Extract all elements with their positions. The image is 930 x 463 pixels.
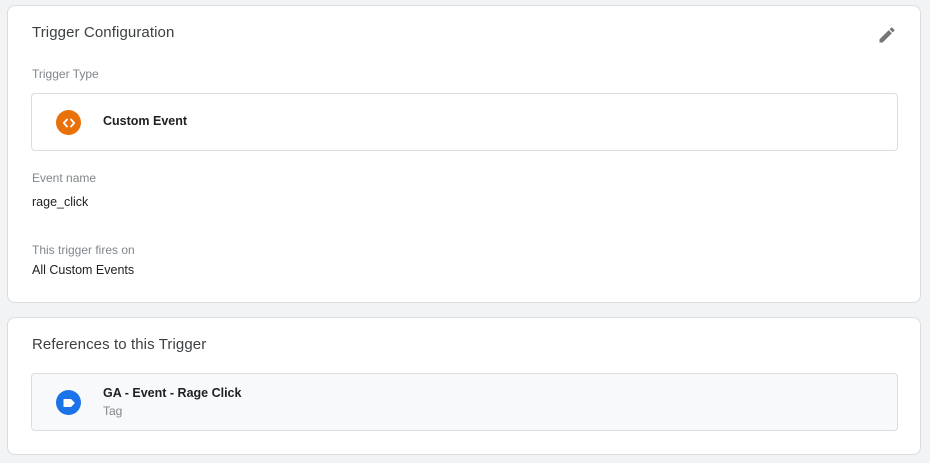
reference-item-type: Tag — [103, 404, 123, 418]
fires-on-label: This trigger fires on — [32, 243, 135, 257]
references-title: References to this Trigger — [32, 336, 207, 353]
trigger-type-label: Trigger Type — [32, 67, 99, 81]
trigger-configuration-title: Trigger Configuration — [32, 24, 175, 41]
event-name-label: Event name — [32, 171, 97, 185]
trigger-type-name: Custom Event — [103, 114, 188, 128]
fires-on-value: All Custom Events — [32, 263, 135, 277]
reference-item[interactable]: GA - Event - Rage Click Tag — [31, 373, 898, 431]
references-card: References to this Trigger GA - Event - … — [7, 317, 921, 455]
event-name-value: rage_click — [32, 195, 89, 209]
edit-trigger-button[interactable] — [876, 24, 898, 46]
trigger-configuration-card: Trigger Configuration Trigger Type Custo… — [7, 5, 921, 303]
pencil-icon — [879, 27, 895, 43]
reference-item-name: GA - Event - Rage Click — [103, 386, 242, 400]
trigger-type-selector[interactable]: Custom Event — [31, 93, 898, 151]
code-brackets-icon — [56, 110, 81, 135]
tag-icon — [56, 390, 81, 415]
